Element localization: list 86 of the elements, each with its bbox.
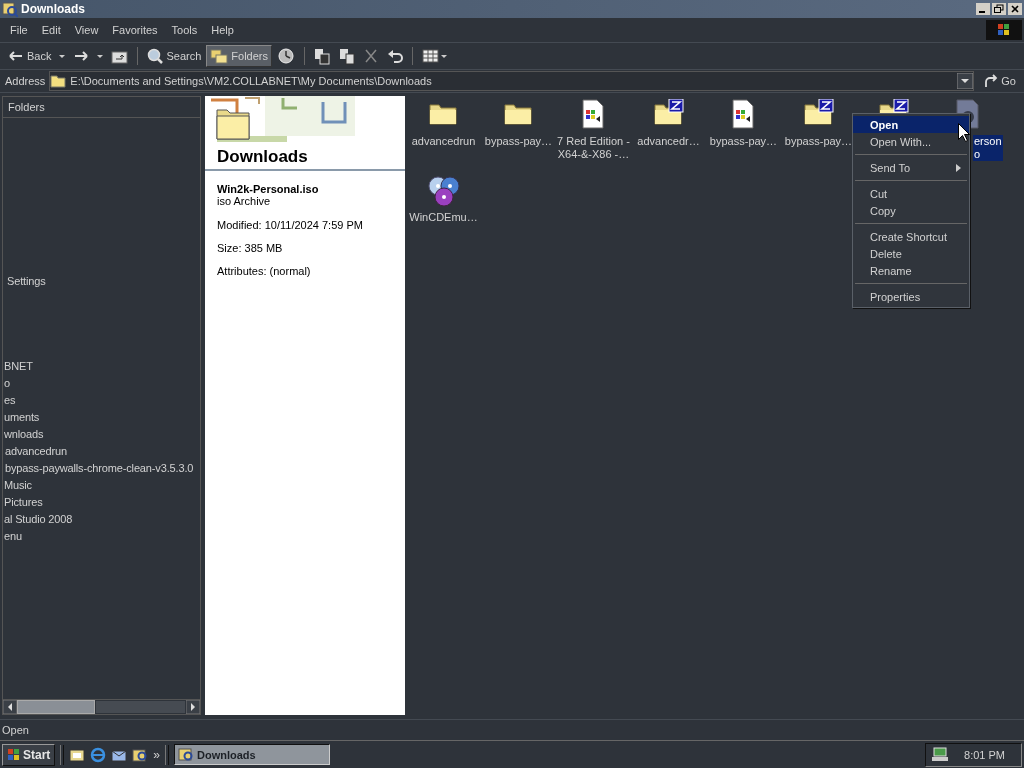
- history-icon: [277, 47, 295, 65]
- explorer-icon[interactable]: [132, 746, 149, 763]
- dropdown-button[interactable]: [957, 73, 974, 89]
- file-name[interactable]: bypass-pay…: [783, 135, 854, 148]
- file-name[interactable]: advancedrun: [410, 135, 477, 148]
- folders-button[interactable]: Folders: [206, 45, 272, 67]
- views-icon: [422, 49, 448, 63]
- menu-item[interactable]: Tools: [165, 24, 204, 36]
- tree-item[interactable]: enu: [3, 528, 22, 545]
- delete-icon: [364, 48, 378, 64]
- network-icon: [932, 746, 951, 763]
- menu-item[interactable]: Open: [853, 116, 969, 133]
- tree-item[interactable]: Pictures: [3, 494, 43, 511]
- move-to-icon: [314, 47, 330, 65]
- explorer-icon: [178, 746, 195, 763]
- taskbar-button[interactable]: Downloads: [174, 744, 331, 765]
- windows-logo-icon: [7, 747, 21, 762]
- discs-icon[interactable]: [427, 175, 460, 207]
- scrollbar-thumb[interactable]: [17, 700, 95, 714]
- menu-item[interactable]: Copy: [853, 202, 969, 219]
- tree-item[interactable]: uments: [3, 409, 40, 426]
- scroll-left-button[interactable]: [3, 700, 17, 714]
- file-name[interactable]: 7 Red Edition - X64-&-X86 -…: [556, 135, 631, 161]
- submenu-arrow-icon: [956, 163, 961, 172]
- folders-icon: [210, 48, 229, 64]
- horizontal-scrollbar[interactable]: [3, 699, 200, 714]
- file-detail: Attributes: (normal): [216, 265, 312, 279]
- menu-item[interactable]: Edit: [35, 24, 67, 36]
- menu-item[interactable]: Favorites: [106, 24, 164, 36]
- search-button[interactable]: Search: [143, 45, 206, 67]
- tree-item[interactable]: al Studio 2008: [3, 511, 73, 528]
- search-icon: [147, 48, 164, 64]
- caret-icon: [97, 54, 104, 58]
- panel-title: Folders: [3, 97, 200, 118]
- menu-item[interactable]: Rename: [853, 262, 969, 279]
- scroll-right-button[interactable]: [186, 700, 200, 714]
- start-button[interactable]: Start: [2, 743, 56, 766]
- file-name: Win2k-Personal.iso: [216, 182, 320, 195]
- menu-item[interactable]: Create Shortcut: [853, 228, 969, 245]
- tree-item[interactable]: wnloads: [3, 426, 44, 443]
- address-field[interactable]: E:\Documents and Settings\VM2.COLLABNET\My Documents\Downloads: [49, 71, 975, 91]
- minimize-button[interactable]: [976, 3, 990, 15]
- clock: 8:01 PM: [964, 748, 1005, 761]
- windows-logo-icon: [986, 20, 1022, 40]
- tree-item[interactable]: bypass-paywalls-chrome-clean-v3.5.3.0: [3, 460, 194, 477]
- file-detail: Modified: 10/11/2024 7:59 PM: [216, 219, 364, 233]
- menu-item[interactable]: File: [4, 24, 34, 36]
- folder-icon: [50, 74, 67, 88]
- mouse-pointer-icon: [958, 123, 970, 142]
- explorer-window-icon: [2, 1, 18, 17]
- address-label: Address: [5, 75, 46, 87]
- menu-item[interactable]: View: [68, 24, 105, 36]
- copy-to-icon: [339, 47, 355, 65]
- restore-button[interactable]: [992, 3, 1006, 15]
- back-arrow-icon: [8, 49, 24, 63]
- file-name[interactable]: bypass-pay…: [708, 135, 779, 148]
- menu-item[interactable]: Cut: [853, 185, 969, 202]
- tree-item[interactable]: Settings: [3, 273, 46, 290]
- window-title: Downloads: [21, 2, 85, 16]
- caret-icon: [59, 54, 66, 58]
- file-name[interactable]: advancedr…: [636, 135, 701, 148]
- file-name[interactable]: bypass-pay…: [483, 135, 554, 148]
- more-chevron[interactable]: »: [153, 747, 161, 762]
- tree-item[interactable]: BNET: [3, 358, 33, 375]
- back-button[interactable]: Back: [4, 45, 56, 67]
- tree-item[interactable]: o: [3, 375, 10, 392]
- forward-arrow-icon: [73, 49, 90, 63]
- browser-icon[interactable]: [90, 746, 107, 763]
- tree-item[interactable]: es: [3, 392, 16, 409]
- menu-item[interactable]: Properties: [853, 288, 969, 305]
- tree-item[interactable]: Music: [3, 477, 32, 494]
- close-button[interactable]: [1008, 3, 1022, 15]
- status-text: Open: [2, 724, 29, 736]
- file-detail: Size: 385 MB: [216, 242, 284, 256]
- go-arrow-icon: [984, 74, 999, 88]
- menu-item[interactable]: Delete: [853, 245, 969, 262]
- file-name[interactable]: erson o: [973, 135, 1003, 161]
- go-button[interactable]: Go: [978, 71, 1022, 91]
- folder-title: Downloads: [205, 144, 405, 171]
- file-type: iso Archive: [216, 195, 272, 209]
- menu-item[interactable]: Help: [205, 24, 240, 36]
- up-folder-icon: [111, 48, 129, 64]
- undo-icon: [387, 48, 403, 64]
- file-name[interactable]: WinCDEmu…: [408, 211, 479, 224]
- menu-item[interactable]: Send To: [853, 159, 969, 176]
- tree-item[interactable]: advancedrun: [3, 443, 67, 460]
